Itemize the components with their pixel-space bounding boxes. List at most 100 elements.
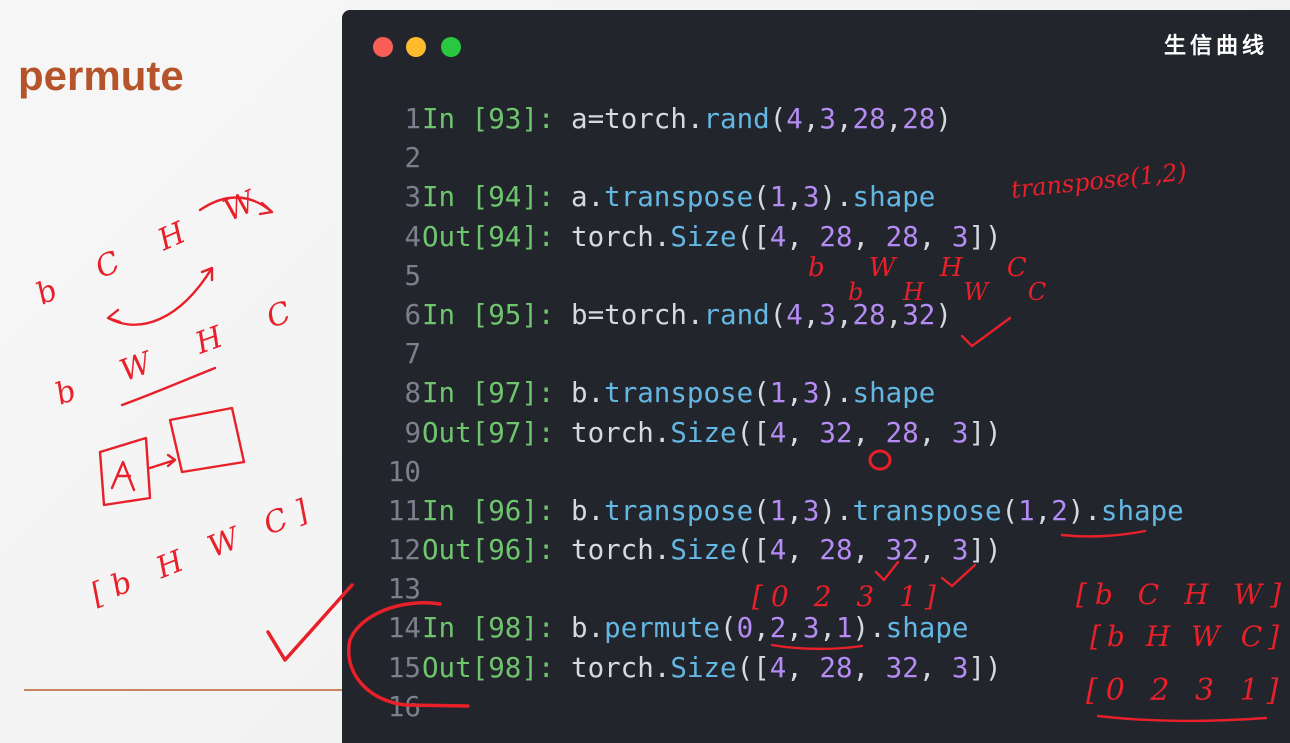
- number-token: 28: [852, 298, 886, 331]
- code-token: ,: [852, 534, 886, 567]
- repl-prompt: In [94]:: [422, 181, 572, 214]
- function-token: permute: [604, 612, 721, 645]
- code-token: (: [720, 612, 737, 645]
- code-token: torch: [604, 103, 687, 135]
- code-token: ,: [786, 416, 820, 449]
- code-token: ): [935, 103, 952, 135]
- close-window-button[interactable]: [373, 37, 393, 57]
- maximize-window-button[interactable]: [441, 37, 461, 57]
- code-line: 6 In [95]: b = torch. rand(4, 3, 28, 32): [372, 296, 1282, 335]
- line-number: 3: [404, 181, 421, 214]
- code-token: ,: [885, 103, 903, 135]
- repl-prompt: In [98]:: [422, 612, 572, 645]
- number-token: 28: [902, 103, 936, 135]
- code-token: b: [571, 377, 588, 410]
- function-token: Size: [670, 416, 737, 449]
- line-number: 11: [387, 494, 421, 527]
- number-token: 32: [885, 651, 919, 684]
- repl-prompt: Out[98]:: [422, 651, 572, 684]
- code-token: ,: [852, 416, 886, 449]
- code-token: ([: [736, 651, 770, 684]
- code-token: (: [753, 494, 770, 527]
- code-token: =: [587, 298, 605, 331]
- code-line: 9 Out[97]: torch. Size([4, 32, 28, 3]): [372, 414, 1282, 453]
- code-line: 5: [372, 257, 1282, 296]
- function-token: rand: [703, 298, 770, 331]
- function-token: Size: [670, 534, 737, 567]
- line-number: 13: [387, 573, 421, 606]
- line-number: 1: [404, 103, 421, 135]
- code-token: .: [587, 494, 605, 527]
- code-token: ,: [835, 103, 853, 135]
- code-terminal-window: 生信曲线 1 In [93]: a = torch. rand(4, 3, 28, 28) 2 3…: [342, 10, 1290, 743]
- code-token: ,: [885, 298, 903, 331]
- code-token: .: [587, 612, 605, 645]
- code-token: (: [753, 181, 770, 214]
- number-token: 3: [802, 181, 820, 214]
- number-token: 3: [802, 494, 820, 527]
- number-token: 32: [819, 416, 853, 449]
- repl-prompt: In [93]:: [422, 103, 572, 135]
- code-token: ([: [736, 220, 770, 253]
- number-token: 3: [819, 103, 836, 135]
- line-number: 6: [404, 298, 421, 331]
- line-number: 10: [387, 455, 421, 488]
- code-line: 12 Out[96]: torch. Size([4, 28, 32, 3]): [372, 531, 1282, 570]
- number-token: 4: [769, 534, 787, 567]
- number-token: 3: [802, 612, 820, 645]
- number-token: 2: [769, 612, 787, 645]
- code-token: ,: [786, 220, 820, 253]
- repl-prompt: Out[96]:: [422, 534, 572, 567]
- code-line: 8 In [97]: b. transpose(1, 3). shape: [372, 374, 1282, 413]
- number-token: 28: [885, 220, 919, 253]
- code-token: .: [653, 534, 671, 567]
- code-token: ).: [819, 494, 853, 527]
- function-token: Size: [670, 220, 737, 253]
- code-token: ,: [786, 494, 803, 527]
- number-token: 28: [819, 651, 853, 684]
- line-number: 15: [387, 651, 421, 684]
- line-number: 7: [404, 338, 421, 371]
- code-line: 13: [372, 570, 1282, 609]
- code-token: .: [587, 181, 605, 214]
- code-token: (: [769, 298, 787, 331]
- line-number: 8: [404, 377, 421, 410]
- code-token: ]): [968, 416, 1002, 449]
- code-token: ,: [802, 103, 820, 135]
- number-token: 28: [819, 220, 853, 253]
- line-number: 4: [404, 220, 421, 253]
- code-token: ([: [736, 416, 770, 449]
- number-token: 2: [1051, 494, 1068, 527]
- code-token: ,: [786, 534, 820, 567]
- code-token: (: [753, 377, 770, 410]
- code-token: ,: [753, 612, 770, 645]
- line-number: 16: [387, 690, 421, 723]
- code-line: 4 Out[94]: torch. Size([4, 28, 28, 3]): [372, 218, 1282, 257]
- code-token: torch: [571, 534, 654, 567]
- code-token: (: [1001, 494, 1019, 527]
- code-token: .: [686, 298, 704, 331]
- line-number: 9: [404, 416, 421, 449]
- code-token: ]): [968, 220, 1002, 253]
- code-token: torch: [571, 651, 654, 684]
- number-token: 4: [769, 220, 787, 253]
- code-token: ,: [819, 612, 836, 645]
- repl-prompt: In [96]:: [422, 494, 572, 527]
- code-token: ).: [852, 612, 886, 645]
- slide-divider: [24, 689, 344, 691]
- code-line: 2: [372, 139, 1282, 178]
- code-token: ,: [918, 220, 952, 253]
- number-token: 3: [951, 416, 969, 449]
- code-token: ): [935, 298, 952, 331]
- code-line: 14 In [98]: b. permute(0, 2, 3, 1). shape: [372, 609, 1282, 648]
- code-token: =: [587, 103, 605, 135]
- line-number: 2: [404, 142, 421, 175]
- number-token: 3: [802, 377, 820, 410]
- code-token: ,: [786, 651, 820, 684]
- number-token: 32: [885, 534, 919, 567]
- code-token: a: [571, 181, 588, 214]
- minimize-window-button[interactable]: [406, 37, 426, 57]
- number-token: 28: [852, 103, 886, 135]
- function-token: Size: [670, 651, 737, 684]
- code-token: ,: [786, 612, 803, 645]
